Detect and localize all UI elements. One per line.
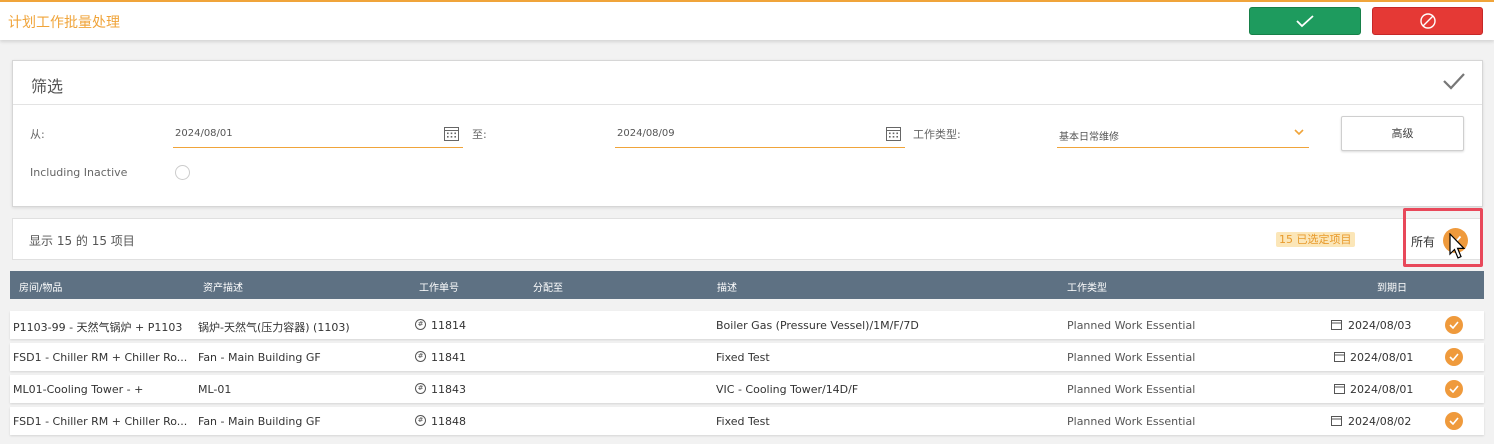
including-inactive-toggle[interactable] — [175, 165, 190, 180]
worktype-label: 工作类型: — [913, 128, 961, 141]
hash-icon: # — [415, 319, 426, 330]
cell-asset: ML-01 — [198, 383, 232, 396]
cell-due-date: 2024/08/01 — [1350, 383, 1414, 396]
calendar-icon — [1331, 320, 1342, 330]
from-date-value: 2024/08/01 — [175, 128, 233, 139]
confirm-button[interactable] — [1249, 7, 1361, 35]
cell-due-date: 2024/08/03 — [1348, 319, 1412, 332]
row-select-checkbox[interactable] — [1445, 380, 1463, 398]
to-label: 至: — [472, 128, 487, 141]
cell-description: Boiler Gas (Pressure Vessel)/1M/F/7D — [716, 319, 919, 332]
column-header-room[interactable]: 房间/物品 — [19, 279, 62, 294]
check-icon — [1449, 385, 1459, 393]
apply-filter-check-icon[interactable] — [1442, 71, 1466, 91]
table-header: 房间/物品 资产描述 工作单号 分配至 描述 工作类型 到期日 — [10, 271, 1484, 299]
calendar-icon — [1331, 416, 1342, 426]
check-icon — [1449, 417, 1459, 425]
cell-order: 11843 — [431, 383, 466, 396]
calendar-icon[interactable] — [443, 125, 460, 142]
cell-worktype: Planned Work Essential — [1067, 319, 1196, 332]
ban-icon — [1419, 13, 1436, 29]
cell-description: Fixed Test — [716, 415, 770, 428]
cell-asset: Fan - Main Building GF — [198, 351, 321, 364]
top-bar: 计划工作批量处理 — [0, 0, 1494, 40]
column-header-due-date[interactable]: 到期日 — [1377, 279, 1407, 294]
hash-icon: # — [415, 351, 426, 362]
cell-description: VIC - Cooling Tower/14D/F — [716, 383, 859, 396]
from-label: 从: — [30, 128, 45, 141]
column-header-order[interactable]: 工作单号 — [419, 279, 459, 294]
divider — [13, 104, 1482, 105]
including-inactive-label: Including Inactive — [30, 166, 128, 179]
table-row[interactable]: P1103-99 - 天然气锅炉 + P1103 锅炉-天然气(压力容器) (1… — [10, 311, 1484, 339]
table-row[interactable]: FSD1 - Chiller RM + Chiller Ro... Fan - … — [10, 343, 1484, 371]
column-header-worktype[interactable]: 工作类型 — [1067, 279, 1107, 294]
calendar-icon — [1334, 384, 1345, 394]
cell-room: FSD1 - Chiller RM + Chiller Ro... — [13, 415, 188, 428]
row-select-checkbox[interactable] — [1445, 316, 1463, 334]
cancel-button[interactable] — [1372, 7, 1483, 35]
table-row[interactable]: ML01-Cooling Tower - + ML-01 # 11843 VIC… — [10, 375, 1484, 403]
cell-room: ML01-Cooling Tower - + — [13, 383, 144, 396]
cell-room: FSD1 - Chiller RM + Chiller Ro... — [13, 351, 188, 364]
filter-title: 筛选 — [31, 77, 64, 96]
cell-asset: Fan - Main Building GF — [198, 415, 321, 428]
check-icon — [1449, 353, 1459, 361]
table-row[interactable]: FSD1 - Chiller RM + Chiller Ro... Fan - … — [10, 407, 1484, 435]
advanced-button[interactable]: 高级 — [1341, 116, 1464, 151]
selected-count-badge: 15 已选定项目 — [1276, 232, 1355, 247]
check-icon — [1449, 321, 1459, 329]
to-date-field[interactable]: 2024/08/09 — [615, 122, 905, 148]
column-header-description[interactable]: 描述 — [717, 279, 737, 294]
to-date-value: 2024/08/09 — [617, 128, 675, 139]
calendar-icon[interactable] — [885, 125, 902, 142]
mouse-cursor-icon — [1449, 233, 1466, 259]
cell-due-date: 2024/08/02 — [1348, 415, 1412, 428]
select-all-label: 所有 — [1411, 235, 1436, 249]
cell-room: P1103-99 - 天然气锅炉 + P1103 — [13, 321, 183, 334]
cell-worktype: Planned Work Essential — [1067, 351, 1196, 364]
row-select-checkbox[interactable] — [1445, 348, 1463, 366]
cell-worktype: Planned Work Essential — [1067, 383, 1196, 396]
worktype-select[interactable]: 基本日常维修 — [1057, 122, 1309, 148]
hash-icon: # — [415, 415, 426, 426]
column-header-assigned[interactable]: 分配至 — [533, 279, 563, 294]
chevron-down-icon — [1294, 129, 1304, 136]
row-select-checkbox[interactable] — [1445, 412, 1463, 430]
cell-asset: 锅炉-天然气(压力容器) (1103) — [198, 321, 350, 334]
cell-order: 11848 — [431, 415, 466, 428]
page-title: 计划工作批量处理 — [8, 15, 120, 31]
worktype-value: 基本日常维修 — [1059, 132, 1119, 143]
cell-worktype: Planned Work Essential — [1067, 415, 1196, 428]
cell-due-date: 2024/08/01 — [1350, 351, 1414, 364]
item-count-text: 显示 15 的 15 项目 — [29, 234, 135, 248]
result-summary-bar: 显示 15 的 15 项目 15 已选定项目 — [12, 218, 1483, 260]
hash-icon: # — [415, 383, 426, 394]
calendar-icon — [1334, 352, 1345, 362]
cell-description: Fixed Test — [716, 351, 770, 364]
from-date-field[interactable]: 2024/08/01 — [173, 122, 463, 148]
column-header-asset[interactable]: 资产描述 — [203, 279, 243, 294]
check-icon — [1296, 15, 1314, 28]
cell-order: 11841 — [431, 351, 466, 364]
filter-panel: 筛选 从: 2024/08/01 至: 2024/08/09 工作类型: 基本日… — [12, 60, 1483, 207]
cell-order: 11814 — [431, 319, 466, 332]
